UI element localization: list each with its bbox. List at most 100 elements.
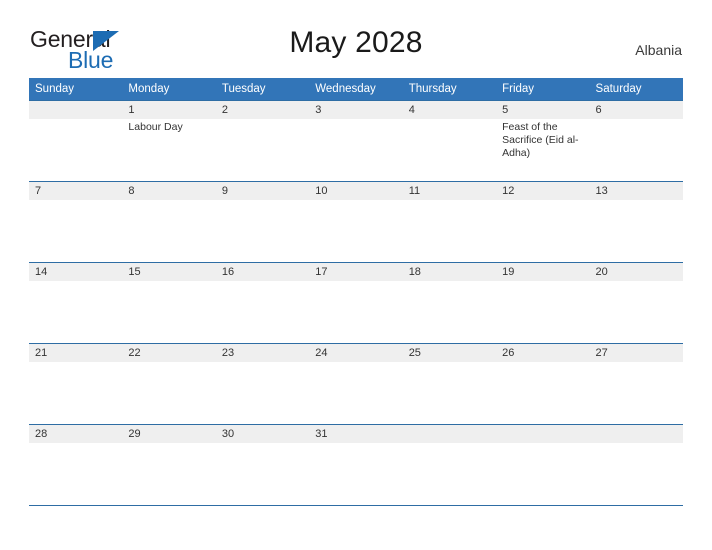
day-cell-inner: 13 [589,182,683,200]
day-number: 5 [496,101,590,119]
calendar-day-cell[interactable]: 18 [402,262,497,344]
calendar-day-cell[interactable]: 25 [402,343,497,425]
calendar-week-row: 7 8 9 10 11 12 13 [29,181,683,263]
calendar-day-cell[interactable]: 6 [589,100,683,182]
holiday-event: Labour Day [128,121,183,133]
calendar-day-cell[interactable]: 8 [122,181,216,263]
calendar-day-cell[interactable]: 23 [215,343,310,425]
weekday-header-sunday: Sunday [29,78,123,101]
calendar-day-cell[interactable]: 12 [496,181,590,263]
day-cell-inner: 10 [309,182,403,200]
day-cell-inner: 2 [215,101,310,119]
day-cell-inner: 18 [402,263,497,281]
calendar-day-cell[interactable]: 22 [122,343,216,425]
day-cell-inner: 3 [309,101,403,119]
day-events: Feast of the Sacrifice (Eid al-Adha) [496,119,589,160]
holiday-event: Feast of the Sacrifice (Eid al-Adha) [502,121,579,159]
calendar-body: 1 Labour Day 2 3 4 5 Feast of the Sacrifice (E… [29,100,683,506]
day-cell-inner: 4 [402,101,497,119]
day-cell-inner: 17 [309,263,403,281]
calendar-empty-cell [29,100,123,182]
calendar-day-cell[interactable]: 5 Feast of the Sacrifice (Eid al-Adha) [496,100,590,182]
day-number: 7 [29,182,123,200]
day-cell-inner: 9 [215,182,310,200]
day-cell-inner: 16 [215,263,310,281]
calendar-day-cell[interactable]: 2 [215,100,310,182]
calendar-day-cell[interactable]: 31 [309,424,403,506]
day-number: 23 [215,344,310,362]
day-cell-inner: 27 [589,344,683,362]
day-number: 8 [122,182,216,200]
day-cell-inner: 29 [122,425,216,443]
calendar-empty-cell [589,424,683,506]
calendar-week-row: 14 15 16 17 18 19 20 [29,262,683,344]
day-cell-inner: 11 [402,182,497,200]
day-number [496,425,590,443]
calendar-week-row: 1 Labour Day 2 3 4 5 Feast of the Sacrifice (E… [29,100,683,182]
day-cell-inner: 20 [589,263,683,281]
day-cell-inner: 22 [122,344,216,362]
day-number: 4 [402,101,497,119]
day-cell-inner: 12 [496,182,590,200]
day-cell-inner [496,425,590,443]
day-number: 30 [215,425,310,443]
calendar-empty-cell [496,424,590,506]
day-number: 16 [215,263,310,281]
calendar-day-cell[interactable]: 9 [215,181,310,263]
weekday-header-friday: Friday [496,78,590,101]
calendar-day-cell[interactable]: 27 [589,343,683,425]
calendar-day-cell[interactable]: 15 [122,262,216,344]
day-number: 27 [589,344,683,362]
calendar-day-cell[interactable]: 29 [122,424,216,506]
day-cell-inner: 1 Labour Day [122,101,216,134]
day-number: 31 [309,425,403,443]
calendar-day-cell[interactable]: 14 [29,262,123,344]
calendar-day-cell[interactable]: 16 [215,262,310,344]
calendar-day-cell[interactable]: 26 [496,343,590,425]
region-label: Albania [635,42,682,58]
calendar-day-cell[interactable]: 10 [309,181,403,263]
page-header: General Blue May 2028 Albania [0,0,712,78]
calendar-day-cell[interactable]: 24 [309,343,403,425]
calendar-day-cell[interactable]: 30 [215,424,310,506]
calendar-week-row: 28 29 30 31 [29,424,683,506]
day-number: 10 [309,182,403,200]
day-cell-inner: 31 [309,425,403,443]
day-number: 22 [122,344,216,362]
day-number: 28 [29,425,123,443]
calendar-day-cell[interactable]: 17 [309,262,403,344]
weekday-header-row: Sunday Monday Tuesday Wednesday Thursday Frid… [29,78,683,101]
calendar-day-cell[interactable]: 20 [589,262,683,344]
day-number: 25 [402,344,497,362]
weekday-header-tuesday: Tuesday [215,78,310,101]
day-number [589,425,683,443]
calendar-header-row: Sunday Monday Tuesday Wednesday Thursday Frid… [29,78,683,101]
calendar-day-cell[interactable]: 3 [309,100,403,182]
calendar-day-cell[interactable]: 21 [29,343,123,425]
day-number: 17 [309,263,403,281]
day-number: 6 [589,101,683,119]
day-number: 19 [496,263,590,281]
calendar-day-cell[interactable]: 28 [29,424,123,506]
day-cell-inner: 30 [215,425,310,443]
calendar-day-cell[interactable]: 13 [589,181,683,263]
day-number: 29 [122,425,216,443]
calendar-empty-cell [402,424,497,506]
calendar-day-cell[interactable]: 7 [29,181,123,263]
day-number: 20 [589,263,683,281]
weekday-header-thursday: Thursday [402,78,497,101]
day-number: 11 [402,182,497,200]
day-cell-inner: 7 [29,182,123,200]
day-number: 26 [496,344,590,362]
day-cell-inner [29,101,123,119]
day-cell-inner: 23 [215,344,310,362]
day-number: 13 [589,182,683,200]
day-number: 18 [402,263,497,281]
calendar-day-cell[interactable]: 11 [402,181,497,263]
day-cell-inner: 14 [29,263,123,281]
day-cell-inner: 28 [29,425,123,443]
calendar-day-cell[interactable]: 4 [402,100,497,182]
day-cell-inner: 21 [29,344,123,362]
calendar-day-cell[interactable]: 1 Labour Day [122,100,216,182]
calendar-day-cell[interactable]: 19 [496,262,590,344]
